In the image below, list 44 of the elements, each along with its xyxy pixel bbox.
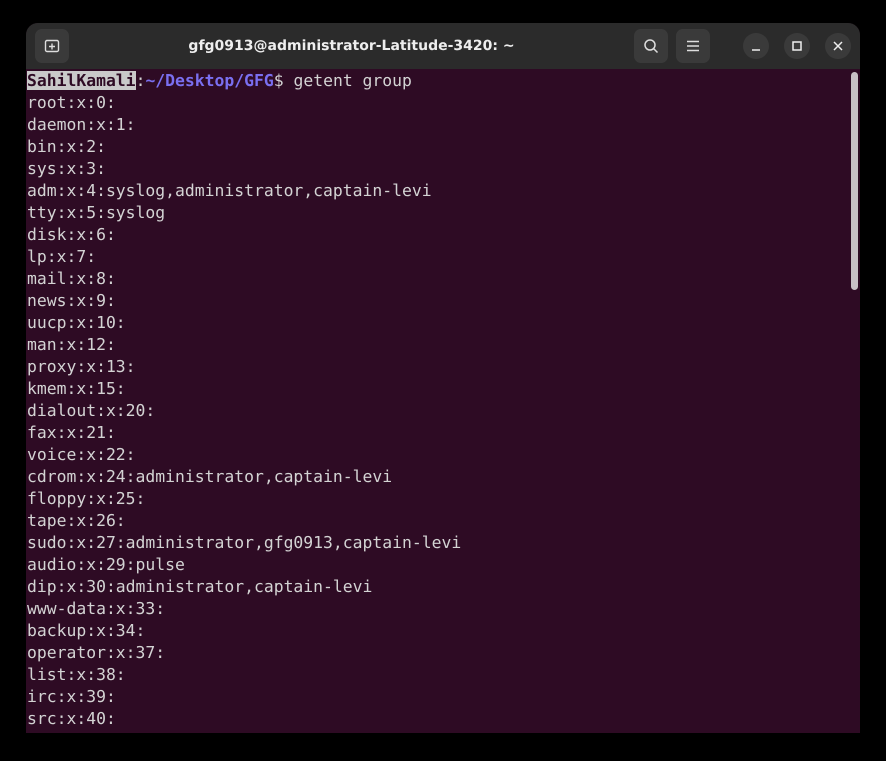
menu-icon: [686, 40, 700, 52]
prompt-line: SahilKamali:~/Desktop/GFG$ getent group: [27, 70, 412, 92]
output-line: www-data:x:33:: [27, 598, 166, 620]
output-line: daemon:x:1:: [27, 114, 136, 136]
output-line: proxy:x:13:: [27, 356, 136, 378]
output-line: voice:x:22:: [27, 444, 136, 466]
output-line: dialout:x:20:: [27, 400, 156, 422]
output-line: root:x:0:: [27, 92, 116, 114]
output-line: src:x:40:: [27, 708, 116, 730]
menu-button[interactable]: [676, 29, 710, 63]
output-line: sudo:x:27:administrator,gfg0913,captain-levi: [27, 532, 462, 554]
output-line: uucp:x:10:: [27, 312, 126, 334]
output-line: dip:x:30:administrator,captain-levi: [27, 576, 372, 598]
scrollbar-thumb[interactable]: [851, 72, 858, 290]
output-line: disk:x:6:: [27, 224, 116, 246]
output-line: irc:x:39:: [27, 686, 116, 708]
output-line: kmem:x:15:: [27, 378, 126, 400]
output-line: adm:x:4:syslog,administrator,captain-levi: [27, 180, 432, 202]
output-line: operator:x:37:: [27, 642, 166, 664]
new-tab-button[interactable]: [35, 29, 69, 63]
output-line: sys:x:3:: [27, 158, 106, 180]
new-tab-icon: [44, 38, 60, 54]
search-icon: [643, 38, 659, 54]
minimize-icon: [751, 49, 761, 51]
maximize-button[interactable]: [784, 33, 810, 59]
window-title: gfg0913@administrator-Latitude-3420: ~: [187, 38, 516, 54]
output-line: mail:x:8:: [27, 268, 116, 290]
output-line: list:x:38:: [27, 664, 126, 686]
output-line: man:x:12:: [27, 334, 116, 356]
close-button[interactable]: [825, 33, 851, 59]
maximize-icon: [792, 41, 802, 51]
minimize-button[interactable]: [743, 33, 769, 59]
close-icon: [833, 41, 843, 51]
output-line: lp:x:7:: [27, 246, 96, 268]
output-line: bin:x:2:: [27, 136, 106, 158]
output-line: backup:x:34:: [27, 620, 146, 642]
output-line: audio:x:29:pulse: [27, 554, 185, 576]
search-button[interactable]: [634, 29, 668, 63]
output-line: floppy:x:25:: [27, 488, 146, 510]
output-line: tape:x:26:: [27, 510, 126, 532]
output-line: tty:x:5:syslog: [27, 202, 166, 224]
output-line: news:x:9:: [27, 290, 116, 312]
output-line: fax:x:21:: [27, 422, 116, 444]
output-line: cdrom:x:24:administrator,captain-levi: [27, 466, 392, 488]
